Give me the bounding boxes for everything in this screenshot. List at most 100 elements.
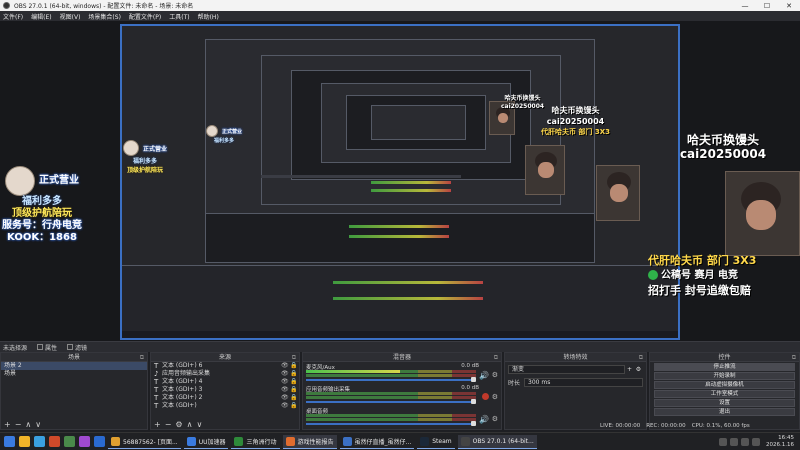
preview-area[interactable]: 正式营业 福利多多 顶级护航陪玩 正式营业 福利多多 哈夫币换馒头 cai2025… xyxy=(0,21,800,341)
move-source-down-button[interactable]: ∨ xyxy=(196,420,202,429)
duration-input[interactable]: 300 ms xyxy=(524,378,643,387)
add-source-button[interactable]: + xyxy=(154,420,161,429)
promo-line-5: 招打手 封号追缴包赔 xyxy=(648,284,751,297)
taskbar-app[interactable]: 虽然仔直播_虽然仔... xyxy=(339,435,415,449)
visibility-eye-icon[interactable]: 👁 xyxy=(281,370,290,378)
lock-icon[interactable]: 🔒 xyxy=(290,378,299,386)
visibility-eye-icon[interactable]: 👁 xyxy=(281,378,290,386)
menu-tools[interactable]: 工具(T) xyxy=(169,12,189,21)
exit-button[interactable]: 退出 xyxy=(654,408,795,416)
menu-file[interactable]: 文件(F) xyxy=(3,12,23,21)
undock-icon[interactable]: ⧉ xyxy=(140,353,144,362)
volume-slider-handle[interactable] xyxy=(471,399,476,404)
tray-icon[interactable] xyxy=(719,437,727,446)
app-icon[interactable] xyxy=(94,436,105,447)
speaker-icon[interactable]: 🔊 xyxy=(479,415,489,424)
tray-icon[interactable] xyxy=(730,437,738,446)
scene-item[interactable]: 场景 xyxy=(1,370,147,378)
volume-slider-handle[interactable] xyxy=(471,377,476,382)
gear-icon[interactable]: ⚙ xyxy=(492,393,498,401)
file-explorer-icon[interactable] xyxy=(19,436,30,447)
menu-help[interactable]: 帮助(H) xyxy=(198,12,219,21)
undock-icon[interactable]: ⧉ xyxy=(494,353,498,362)
start-recording-button[interactable]: 开始录制 xyxy=(654,372,795,380)
volume-meter xyxy=(306,414,476,417)
muted-speaker-icon[interactable] xyxy=(482,393,489,400)
visibility-eye-icon[interactable]: 👁 xyxy=(281,362,290,370)
scene-item[interactable]: 场景 2 xyxy=(1,362,147,370)
volume-slider[interactable] xyxy=(306,379,476,381)
undock-icon[interactable]: ⧉ xyxy=(639,353,643,362)
app-icon[interactable] xyxy=(64,436,75,447)
taskbar-app[interactable]: 56887562- [页面... xyxy=(108,435,181,449)
source-item[interactable]: ♪ 应用音频输出采集 👁 🔒 xyxy=(151,370,299,378)
menu-scene-collection[interactable]: 场景集合(S) xyxy=(88,12,121,21)
source-type-icon: T xyxy=(154,362,159,370)
browser-icon[interactable] xyxy=(34,436,45,447)
move-source-up-button[interactable]: ∧ xyxy=(187,420,193,429)
promo-line-4: 公稿号 赛月 电竞 xyxy=(648,268,800,283)
remove-source-button[interactable]: − xyxy=(165,420,172,429)
visibility-eye-icon[interactable]: 👁 xyxy=(281,394,290,402)
transition-duration-row: 时长 300 ms xyxy=(505,377,646,388)
taskbar-app[interactable]: 游戏性能报告 xyxy=(282,434,337,449)
preview-canvas[interactable]: 正式营业 福利多多 顶级护航陪玩 正式营业 福利多多 哈夫币换馒头 cai2025… xyxy=(120,24,680,340)
lock-icon[interactable]: 🔒 xyxy=(290,370,299,378)
obs-logo-icon xyxy=(3,2,10,9)
taskbar-app[interactable]: OBS 27.0.1 (64-bit... xyxy=(457,434,537,449)
source-item[interactable]: T 文本 (GDI+) 👁 🔒 xyxy=(151,402,299,410)
source-properties-button[interactable]: ⚙ xyxy=(175,420,182,429)
visibility-eye-icon[interactable]: 👁 xyxy=(281,402,290,410)
app-icon xyxy=(420,436,430,446)
menu-view[interactable]: 视图(V) xyxy=(60,12,81,21)
volume-slider[interactable] xyxy=(306,401,476,403)
start-virtual-camera-button[interactable]: 启动虚拟摄像机 xyxy=(654,381,795,389)
network-icon[interactable] xyxy=(741,437,749,446)
lock-icon[interactable]: 🔒 xyxy=(290,386,299,394)
taskbar-app[interactable]: Steam xyxy=(417,435,455,449)
transition-settings-icon[interactable]: ⚙ xyxy=(634,365,643,374)
move-scene-down-button[interactable]: ∨ xyxy=(35,420,41,429)
settings-button[interactable]: 设置 xyxy=(654,399,795,407)
taskbar-app-label: 56887562- [页面... xyxy=(123,438,178,446)
source-item[interactable]: T 文本 (GDI+) 6 👁 🔒 xyxy=(151,362,299,370)
gear-icon[interactable]: ⚙ xyxy=(492,371,498,379)
gear-icon[interactable]: ⚙ xyxy=(492,415,498,423)
volume-slider[interactable] xyxy=(306,423,476,425)
stop-streaming-button[interactable]: 停止推流 xyxy=(654,363,795,371)
maximize-button[interactable]: ☐ xyxy=(756,2,778,10)
taskbar-app[interactable]: UU加速器 xyxy=(183,435,229,449)
volume-slider-handle[interactable] xyxy=(471,421,476,426)
speaker-icon[interactable]: 🔊 xyxy=(479,371,489,380)
transition-select[interactable]: 渐变 xyxy=(508,365,625,374)
undock-icon[interactable]: ⧉ xyxy=(792,353,796,362)
studio-mode-button[interactable]: 工作室模式 xyxy=(654,390,795,398)
menu-profile[interactable]: 配置文件(P) xyxy=(129,12,161,21)
add-scene-button[interactable]: + xyxy=(4,420,11,429)
visibility-eye-icon[interactable]: 👁 xyxy=(281,386,290,394)
taskbar-app[interactable]: 三角洲行动 xyxy=(231,435,280,449)
source-name: 文本 (GDI+) xyxy=(162,402,197,409)
menu-edit[interactable]: 编辑(E) xyxy=(31,12,51,21)
windows-start-icon[interactable] xyxy=(4,436,15,447)
lock-icon[interactable]: 🔒 xyxy=(290,362,299,370)
volume-icon[interactable] xyxy=(752,437,760,446)
source-item[interactable]: T 文本 (GDI+) 2 👁 🔒 xyxy=(151,394,299,402)
close-button[interactable]: ✕ xyxy=(778,2,800,10)
minimize-button[interactable]: — xyxy=(734,2,756,10)
add-transition-button[interactable]: + xyxy=(625,365,634,374)
properties-button[interactable]: 属性 xyxy=(37,343,57,352)
lock-icon[interactable]: 🔒 xyxy=(290,402,299,410)
source-item[interactable]: T 文本 (GDI+) 3 👁 🔒 xyxy=(151,386,299,394)
source-item[interactable]: T 文本 (GDI+) 4 👁 🔒 xyxy=(151,378,299,386)
lock-icon[interactable]: 🔒 xyxy=(290,394,299,402)
clock[interactable]: 16:45 2026.1.16 xyxy=(766,435,794,449)
clock-time: 16:45 xyxy=(778,434,794,441)
undock-icon[interactable]: ⧉ xyxy=(292,353,296,362)
remove-scene-button[interactable]: − xyxy=(15,420,22,429)
scenes-header: 场景 ⧉ xyxy=(1,353,147,362)
app-icon[interactable] xyxy=(49,436,60,447)
app-icon[interactable] xyxy=(79,436,90,447)
filters-button[interactable]: 滤镜 xyxy=(67,343,87,352)
move-scene-up-button[interactable]: ∧ xyxy=(25,420,31,429)
